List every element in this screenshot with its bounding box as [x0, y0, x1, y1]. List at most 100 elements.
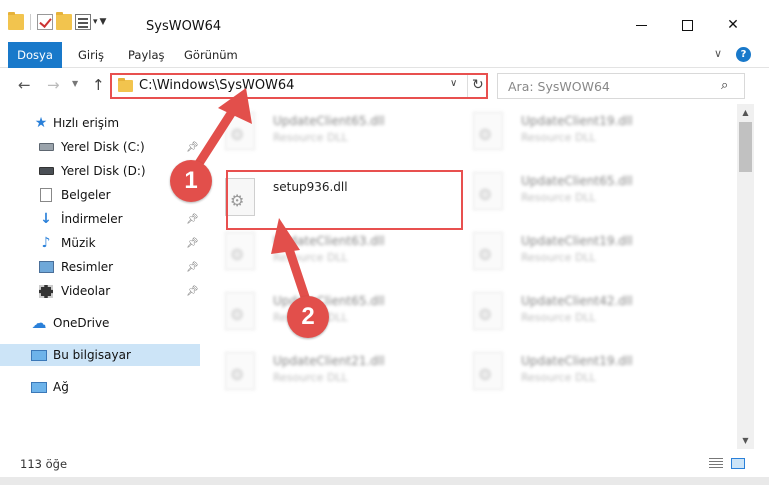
minimize-button[interactable]	[626, 14, 656, 36]
sidebar-item-network[interactable]: Ağ	[0, 376, 200, 398]
sidebar-item-music[interactable]: ♪ Müzik 📌︎	[0, 232, 200, 254]
expand-ribbon-icon[interactable]: ∨	[714, 47, 722, 60]
window-title: SysWOW64	[146, 19, 222, 34]
maximize-icon	[681, 19, 693, 31]
file-item[interactable]: UpdateClient63.dll Resource DLL	[205, 226, 435, 276]
file-type: Resource DLL	[521, 191, 596, 204]
large-icons-view-icon[interactable]	[731, 458, 745, 469]
file-item[interactable]: UpdateClient19.dll Resource DLL	[453, 346, 683, 396]
video-icon	[38, 284, 54, 298]
sidebar-item-quick-access[interactable]: ★ Hızlı erişim	[0, 112, 200, 134]
file-name: UpdateClient19.dll	[521, 354, 633, 368]
sidebar-item-label: Belgeler	[61, 188, 111, 202]
sidebar-item-this-pc[interactable]: Bu bilgisayar	[0, 344, 200, 366]
quick-access-toolbar: ▾ ▼	[8, 12, 106, 32]
scroll-thumb[interactable]	[739, 122, 752, 172]
file-item[interactable]: UpdateClient42.dll Resource DLL	[453, 286, 683, 336]
sidebar-item-label: Bu bilgisayar	[53, 348, 131, 362]
sidebar-item-label: Müzik	[61, 236, 96, 250]
help-icon[interactable]: ?	[736, 47, 751, 62]
sidebar-item-videos[interactable]: Videolar 📌︎	[0, 280, 200, 302]
vertical-scrollbar[interactable]: ▲ ▼	[737, 104, 754, 449]
folder-icon[interactable]	[8, 12, 24, 30]
item-count: 113 öğe	[20, 457, 68, 471]
new-folder-icon[interactable]	[56, 12, 72, 30]
close-icon: ✕	[727, 17, 739, 33]
file-name: UpdateClient65.dll	[273, 114, 385, 128]
sidebar-item-label: İndirmeler	[61, 212, 123, 226]
sidebar-item-label: Resimler	[61, 260, 114, 274]
file-type: Resource DLL	[273, 131, 348, 144]
scroll-up-icon[interactable]: ▲	[737, 104, 754, 121]
forward-arrow-icon[interactable]: →	[47, 76, 60, 94]
navigation-pane: ★ Hızlı erişim Yerel Disk (C:) 📌︎ Yerel …	[0, 104, 205, 444]
chevron-down-icon[interactable]: ∨	[450, 78, 457, 89]
refresh-icon[interactable]: ↻	[472, 77, 484, 93]
chevron-down-icon[interactable]: ▾	[93, 17, 98, 27]
tab-share[interactable]: Paylaş	[128, 42, 165, 68]
address-bar[interactable]: C:\Windows\SysWOW64 ∨ ↻	[110, 73, 488, 99]
sidebar-item-label: Videolar	[61, 284, 111, 298]
search-input[interactable]	[508, 78, 708, 94]
cloud-icon: ☁	[31, 314, 47, 332]
pin-icon[interactable]: 📌︎	[186, 238, 199, 249]
download-icon: ↓	[40, 211, 52, 227]
customize-toolbar-icon[interactable]: ▼	[100, 17, 107, 27]
file-list: UpdateClient65.dll Resource DLL UpdateCl…	[205, 104, 737, 449]
sidebar-item-downloads[interactable]: ↓ İndirmeler 📌︎	[0, 208, 200, 230]
tab-view[interactable]: Görünüm	[184, 42, 238, 68]
properties-icon[interactable]	[75, 14, 91, 30]
sidebar-item-pictures[interactable]: Resimler 📌︎	[0, 256, 200, 278]
search-box[interactable]: ⌕	[497, 73, 745, 99]
disk-icon	[38, 164, 54, 178]
maximize-button[interactable]	[672, 14, 702, 36]
close-button[interactable]: ✕	[718, 14, 748, 36]
sidebar-item-label: Yerel Disk (D:)	[61, 164, 146, 178]
sidebar-item-label: Hızlı erişim	[53, 116, 120, 130]
sidebar-item-label: OneDrive	[53, 316, 110, 330]
status-bar: 113 öğe	[0, 449, 769, 477]
sidebar-item-label: Ağ	[53, 380, 69, 394]
dll-file-icon	[473, 232, 503, 270]
pin-icon[interactable]: 📌︎	[186, 262, 199, 273]
computer-icon	[31, 348, 47, 362]
tab-file[interactable]: Dosya	[8, 42, 62, 68]
file-type: Resource DLL	[521, 371, 596, 384]
minimize-icon	[635, 24, 647, 26]
address-path[interactable]: C:\Windows\SysWOW64	[139, 78, 294, 93]
folder-icon	[118, 78, 133, 92]
file-item[interactable]: UpdateClient21.dll Resource DLL	[205, 346, 435, 396]
up-arrow-icon[interactable]: ↑	[92, 76, 105, 94]
sidebar-item-disk-c[interactable]: Yerel Disk (C:) 📌︎	[0, 136, 200, 158]
pin-icon[interactable]: 📌︎	[186, 286, 199, 297]
step-2-marker: 2	[287, 296, 329, 338]
pin-icon[interactable]: 📌︎	[186, 142, 199, 153]
sidebar-item-label: Yerel Disk (C:)	[61, 140, 145, 154]
sidebar-item-onedrive[interactable]: ☁ OneDrive	[0, 312, 200, 334]
network-icon	[31, 380, 47, 394]
dll-file-icon	[225, 232, 255, 270]
file-type: Resource DLL	[521, 311, 596, 324]
file-item[interactable]: UpdateClient19.dll Resource DLL	[453, 226, 683, 276]
tab-home[interactable]: Giriş	[78, 42, 104, 68]
documents-icon	[38, 188, 54, 202]
back-arrow-icon[interactable]: ←	[18, 76, 31, 94]
toolbar-divider	[30, 14, 31, 30]
window-bottom-edge	[0, 477, 769, 485]
file-item[interactable]: UpdateClient65.dll Resource DLL	[453, 166, 683, 216]
file-name: UpdateClient42.dll	[521, 294, 633, 308]
search-icon[interactable]: ⌕	[721, 78, 728, 93]
recent-locations-icon[interactable]: ▼	[72, 79, 78, 88]
properties-check-icon[interactable]	[37, 14, 53, 30]
ribbon-tabs: Dosya Giriş Paylaş Görünüm ∨ ?	[0, 42, 769, 68]
file-highlight-box	[226, 170, 463, 230]
navigation-bar: ← → ▼ ↑ C:\Windows\SysWOW64 ∨ ↻ ⌕	[0, 68, 769, 104]
file-name: UpdateClient65.dll	[521, 174, 633, 188]
details-view-icon[interactable]	[709, 458, 723, 469]
file-name: UpdateClient19.dll	[521, 234, 633, 248]
step-1-marker: 1	[170, 160, 212, 202]
scroll-down-icon[interactable]: ▼	[737, 432, 754, 449]
file-item[interactable]: UpdateClient65.dll Resource DLL	[205, 106, 435, 156]
file-item[interactable]: UpdateClient19.dll Resource DLL	[453, 106, 683, 156]
pin-icon[interactable]: 📌︎	[186, 214, 199, 225]
